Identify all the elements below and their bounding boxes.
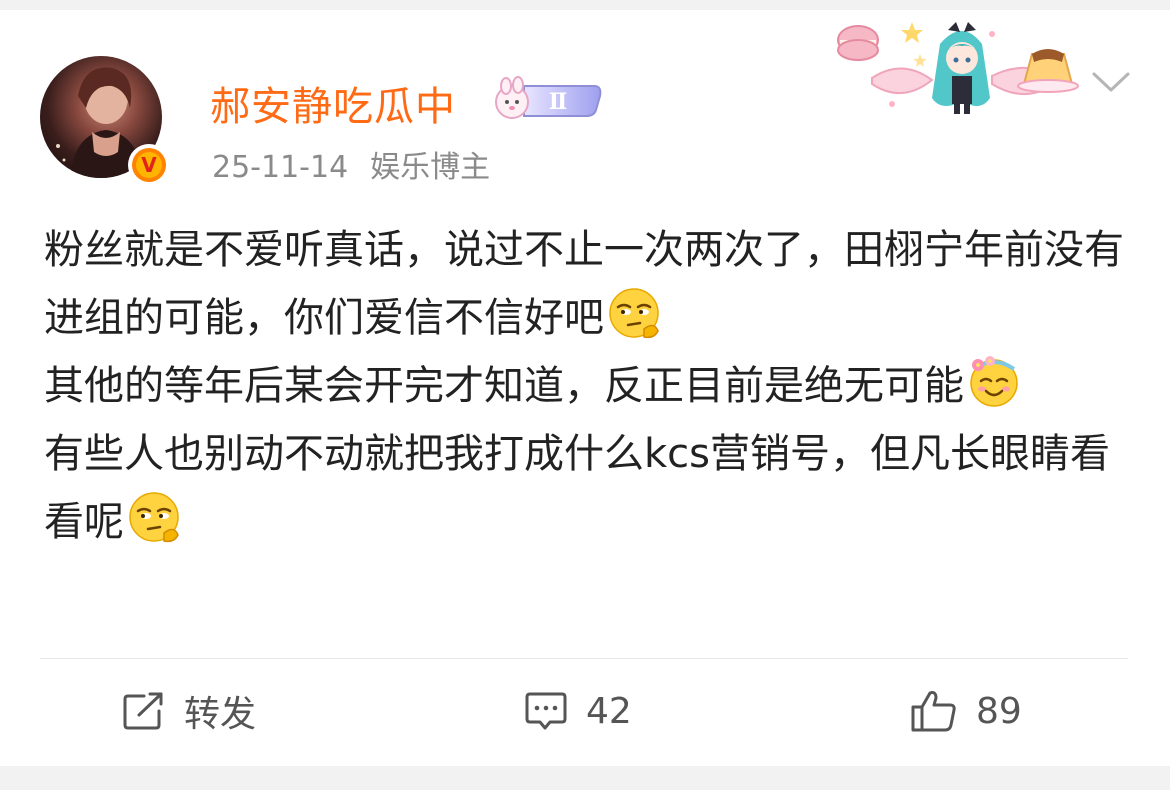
- post-paragraph: 其他的等年后某会开完才知道，反正目前是绝无可能: [44, 352, 1134, 420]
- repost-button[interactable]: 转发: [122, 686, 256, 736]
- footer-divider: [40, 658, 1128, 659]
- post-date: 25-11-14: [212, 150, 349, 185]
- comment-icon: [525, 692, 567, 730]
- flower-crown-smile-emoji-icon: [970, 356, 1018, 407]
- thinking-side-eye-emoji-icon: [609, 288, 659, 339]
- post-meta: 25-11-14 娱乐博主: [212, 142, 490, 186]
- repost-label: 转发: [184, 694, 257, 735]
- comment-button[interactable]: 42: [524, 686, 632, 736]
- like-count: 89: [976, 690, 1022, 732]
- username[interactable]: 郝安静吃瓜中: [210, 74, 456, 132]
- user-category: 娱乐博主: [370, 150, 491, 185]
- post-content: 粉丝就是不爱听真话，说过不止一次两次了，田栩宁年前没有进组的可能，你们爱信不信好…: [44, 216, 1134, 556]
- chevron-down-icon[interactable]: [1090, 68, 1132, 96]
- thumbs-up-icon: [911, 691, 956, 732]
- repost-icon: [123, 692, 163, 730]
- post-paragraph: 粉丝就是不爱听真话，说过不止一次两次了，田栩宁年前没有进组的可能，你们爱信不信好…: [44, 227, 1124, 341]
- verified-badge-icon: V: [128, 144, 170, 186]
- thinking-side-eye-emoji-icon: [129, 492, 179, 543]
- card-decoration-icon: [837, 22, 1079, 114]
- svg-text:Ⅱ: Ⅱ: [549, 89, 568, 115]
- post-paragraph: 有些人也别动不动就把我打成什么kcs营销号，但凡长眼睛看看呢: [44, 431, 1110, 545]
- post-card: V 郝安静吃瓜中 Ⅱ 25-11-14 娱乐博主 粉丝就是不爱听真话，说过不止一…: [0, 10, 1170, 766]
- user-level-badge-icon[interactable]: Ⅱ: [490, 76, 604, 122]
- comment-count: 42: [586, 690, 632, 732]
- like-button[interactable]: 89: [910, 686, 1022, 736]
